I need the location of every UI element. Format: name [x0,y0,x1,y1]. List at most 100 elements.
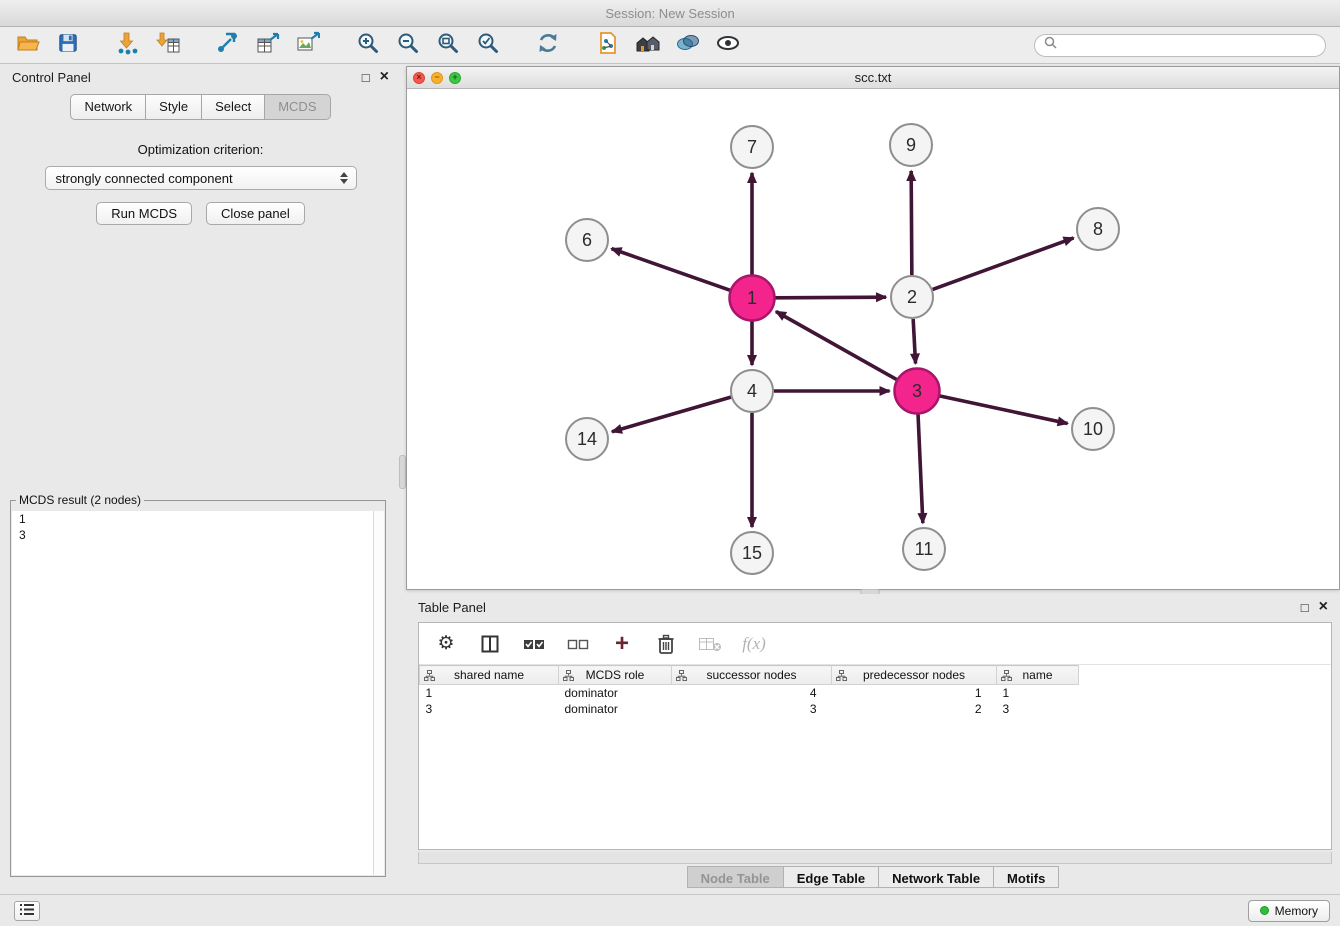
zoom-out-button[interactable] [390,30,426,60]
maximize-window-button[interactable]: + [449,72,461,84]
table-cell[interactable]: 2 [832,701,997,717]
criterion-dropdown-value: strongly connected component [56,171,337,186]
first-neighbors-button[interactable] [630,30,666,60]
table-cell[interactable]: 1 [832,685,997,701]
save-session-button[interactable] [50,30,86,60]
column-header-predecessor-nodes[interactable]: predecessor nodes [832,666,997,685]
vertical-splitter-grip[interactable] [399,455,406,489]
export-table-icon [256,31,280,60]
table-cell[interactable]: dominator [559,685,672,701]
tab-style[interactable]: Style [146,94,202,120]
node-table: shared name MCDS role successor nodesprede… [419,665,1079,717]
column-header-mcds-role[interactable]: MCDS role [559,666,672,685]
delete-row-trash-icon[interactable] [653,631,679,657]
houses-icon [635,31,661,60]
table-row[interactable]: 1dominator411 [420,685,1079,701]
network-window: scc.txt × − + 7968124314101511 [406,66,1340,590]
run-mcds-button[interactable]: Run MCDS [96,202,192,225]
table-cell[interactable]: 3 [420,701,559,717]
column-header-label: MCDS role [586,668,645,682]
column-header-name[interactable]: name [997,666,1079,685]
zoom-selected-icon [476,31,500,60]
float-panel-icon[interactable]: □ [362,71,370,84]
select-all-columns-icon[interactable] [521,631,547,657]
import-table-icon [156,31,180,60]
close-table-panel-icon[interactable]: × [1319,599,1328,615]
add-row-icon[interactable]: + [609,631,635,657]
column-type-icon [563,670,574,684]
zoom-in-icon [356,31,380,60]
graph-edge-2-8[interactable] [933,238,1074,290]
minimize-window-button[interactable]: − [431,72,443,84]
result-scrollbar[interactable] [373,511,384,875]
table-row[interactable]: 3dominator323 [420,701,1079,717]
tab-mcds[interactable]: MCDS [265,94,330,120]
table-settings-gear-icon[interactable]: ⚙ [433,631,459,657]
table-cell[interactable]: 4 [672,685,832,701]
mcds-result-item[interactable]: 1 [12,511,384,527]
network-graph[interactable]: 7968124314101511 [407,89,1339,589]
network-window-titlebar[interactable]: scc.txt × − + [407,67,1339,89]
criterion-dropdown[interactable]: strongly connected component [45,166,357,190]
mcds-result-list[interactable]: 13 [12,511,384,875]
graph-edge-2-3[interactable] [913,319,915,364]
network-canvas[interactable]: 7968124314101511 [407,89,1339,589]
export-table-button[interactable] [250,30,286,60]
export-network-button[interactable] [210,30,246,60]
zoom-fit-button[interactable] [430,30,466,60]
deselect-all-columns-icon[interactable] [565,631,591,657]
tab-edge-table[interactable]: Edge Table [784,866,879,888]
graph-edge-3-10[interactable] [940,396,1068,424]
graph-edge-3-11[interactable] [918,414,923,523]
graph-edge-4-14[interactable] [612,397,731,432]
close-panel-icon[interactable]: × [380,69,389,85]
table-cell[interactable]: 3 [997,701,1079,717]
network-window-title: scc.txt [407,70,1339,85]
table-cell[interactable]: 1 [997,685,1079,701]
dropdown-stepper-icon [337,169,352,187]
import-table-button[interactable] [150,30,186,60]
tab-select[interactable]: Select [202,94,265,120]
table-horizontal-scrollbar[interactable] [418,852,1332,864]
control-panel-header: Control Panel □ × [0,64,401,90]
column-header-successor-nodes[interactable]: successor nodes [672,666,832,685]
tab-motifs[interactable]: Motifs [994,866,1059,888]
ui-panel-settings-button[interactable] [14,901,40,921]
close-window-button[interactable]: × [413,72,425,84]
graph-edge-1-2[interactable] [775,297,886,298]
graph-node-label-15: 15 [742,543,762,563]
mcds-result-item[interactable]: 3 [12,527,384,543]
float-table-panel-icon[interactable]: □ [1301,601,1309,614]
export-image-button[interactable] [290,30,326,60]
graphics-details-button[interactable] [710,30,746,60]
column-header-shared-name[interactable]: shared name [420,666,559,685]
tab-network-table[interactable]: Network Table [879,866,994,888]
search-box[interactable] [1034,34,1326,57]
style-merge-button[interactable] [670,30,706,60]
column-type-icon [424,670,435,684]
graph-node-label-3: 3 [912,381,922,401]
import-network-button[interactable] [110,30,146,60]
search-input[interactable] [1063,38,1316,52]
graph-edge-2-9[interactable] [911,171,912,275]
main-toolbar [0,27,1340,64]
tab-network[interactable]: Network [70,94,146,120]
graph-edge-3-1[interactable] [776,312,897,380]
table-cell[interactable]: dominator [559,701,672,717]
column-type-icon [836,670,847,684]
column-chooser-icon[interactable] [477,631,503,657]
refresh-view-button[interactable] [530,30,566,60]
zoom-in-button[interactable] [350,30,386,60]
graph-edge-1-6[interactable] [612,249,730,291]
import-network-icon [116,31,140,60]
memory-button[interactable]: Memory [1248,900,1330,922]
tab-node-table[interactable]: Node Table [687,866,784,888]
graph-node-label-6: 6 [582,230,592,250]
close-panel-button[interactable]: Close panel [206,202,305,225]
open-session-button[interactable] [10,30,46,60]
table-cell[interactable]: 3 [672,701,832,717]
table-cell[interactable]: 1 [420,685,559,701]
window-titlebar[interactable]: Session: New Session [0,0,1340,27]
zoom-selected-button[interactable] [470,30,506,60]
network-document-button[interactable] [590,30,626,60]
